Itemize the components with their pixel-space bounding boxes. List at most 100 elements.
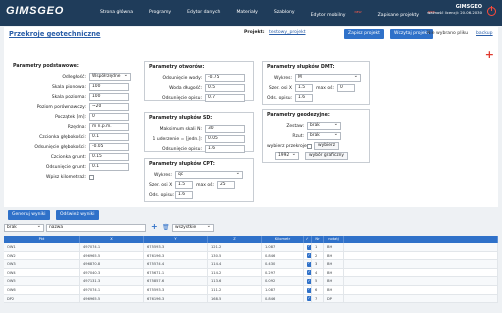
cell-chainage: 0.297 xyxy=(262,268,304,277)
select-all-checkbox[interactable] xyxy=(305,235,310,243)
cell-chainage: 1.087 xyxy=(262,243,304,251)
license-validity: ważność licencji: 20.06.2030 xyxy=(427,10,482,15)
col-chainage: Kilometr xyxy=(262,236,304,243)
cpt-axis-width-input[interactable]: 1.5 xyxy=(175,181,193,189)
water-offset-input[interactable]: -0.75 xyxy=(205,74,245,82)
water-offset-label: Odsunięcie wody: xyxy=(162,75,202,81)
cpt-desc-offset-input[interactable]: 1.6 xyxy=(175,191,193,199)
cpt-chart-select[interactable]: qc xyxy=(175,170,243,179)
choose-sections-checkbox[interactable] xyxy=(307,143,312,149)
dmt-axis-width-input[interactable]: 1.5 xyxy=(295,84,313,92)
chainage-label: Wpisz kilometraż: xyxy=(46,174,86,180)
cell-x: 497040.3 xyxy=(80,268,144,277)
blow-unit-input[interactable]: 0.05 xyxy=(205,135,245,143)
table-filter-bar: brak nazwa + 🗑 wszystkie xyxy=(4,222,498,234)
chainage-checkbox[interactable] xyxy=(89,174,94,180)
choose-button[interactable]: wybierz xyxy=(314,142,340,150)
reference-level-input[interactable]: ~20 xyxy=(89,103,129,111)
table-row[interactable]: OW2496965.5676196.3130.50.846 2BH xyxy=(4,251,498,261)
year-select[interactable]: 1992 xyxy=(275,151,299,160)
set-label: Zestaw: xyxy=(286,123,304,129)
choose-sections-label: wybierz przekroje: xyxy=(267,143,309,149)
soil-font-input[interactable]: 0.15 xyxy=(89,153,129,161)
nav-item-materials[interactable]: Materiały xyxy=(236,10,265,18)
dmt-max-axis-label: max oś: xyxy=(316,85,334,91)
water-length-label: Woda długość: xyxy=(169,85,202,91)
cell-note: BH xyxy=(324,277,344,285)
nav-item-programs[interactable]: Programy xyxy=(149,10,179,18)
geodetic-parameters-heading: Parametry geodezyjne: xyxy=(267,113,330,118)
cell-point: OW2 xyxy=(4,251,80,260)
nav-item-data-editor[interactable]: Edytor danych xyxy=(187,10,228,18)
logout-power-icon[interactable] xyxy=(487,5,496,16)
elevation-input[interactable]: m n.p.m. xyxy=(89,123,129,131)
cell-z: 168.5 xyxy=(208,294,262,303)
add-icon[interactable]: + xyxy=(485,48,494,61)
max-scale-n-input[interactable]: 30 xyxy=(205,125,245,133)
table-row[interactable]: OW3496870.8675574.4114.40.430 3BH xyxy=(4,260,498,269)
set-select[interactable]: brak xyxy=(307,121,341,130)
cell-y: 675671.1 xyxy=(144,268,208,277)
cell-x: 496870.8 xyxy=(80,260,144,268)
cell-number: 4 xyxy=(312,268,324,277)
cell-note: BH xyxy=(324,243,344,251)
dmt-desc-offset-input[interactable]: 1.6 xyxy=(295,94,313,102)
holes-parameters-panel: Parametry otworów: Odsunięcie wody: -0.75… xyxy=(144,61,254,102)
table-body: OW1497074.1675593.3121.21.0871BHOW249696… xyxy=(4,243,498,304)
cell-chainage: 0.430 xyxy=(262,260,304,268)
soil-offset-input[interactable]: 0.1 xyxy=(89,163,129,171)
table-row[interactable]: OW5497131.3675857.6113.60.092 5BH xyxy=(4,277,498,286)
table-row[interactable]: OW1497074.1675593.3121.21.087 1BH xyxy=(4,243,498,252)
horizontal-scale-label: Skala pozioma: xyxy=(51,94,86,100)
table-row[interactable]: OW4497040.3675671.1114.20.297 4BH xyxy=(4,268,498,278)
visibility-select[interactable]: wszystkie xyxy=(172,223,214,232)
dmt-parameters-heading: Parametry słupków DMT: xyxy=(267,65,335,70)
cell-chainage: 1.087 xyxy=(262,285,304,294)
dmt-max-axis-input[interactable]: 0 xyxy=(337,84,355,92)
sd-desc-offset-input[interactable]: 1.6 xyxy=(205,145,245,153)
hole-desc-offset-input[interactable]: 0.7 xyxy=(205,94,245,102)
vertical-scale-input[interactable]: 100 xyxy=(89,83,129,91)
dmt-chart-select[interactable]: M xyxy=(295,73,361,82)
table-row[interactable]: OW6497074.1675593.3111.21.087 6BH xyxy=(4,285,498,295)
file-status: Nie wybrano pliku xyxy=(427,31,469,36)
cpt-axis-width-label: Szer. osi X xyxy=(149,182,173,188)
backup-link[interactable]: backup xyxy=(476,31,493,36)
cell-number: 7 xyxy=(312,294,324,303)
distance-select[interactable]: Współrzędne xyxy=(89,72,131,81)
project-name-link[interactable]: testowy_projekt xyxy=(269,30,305,35)
basic-parameters-heading: Parametry podstawowe: xyxy=(13,64,79,69)
nav-item-templates[interactable]: Szablony xyxy=(274,10,303,18)
col-y: Y xyxy=(144,236,208,243)
generate-results-button[interactable]: Generuj wyniki xyxy=(8,210,50,220)
nav-item-mobile-editor[interactable]: Edytor mobilnyNEW xyxy=(311,10,370,18)
app-logo[interactable]: GIMSGEO xyxy=(6,5,64,17)
trash-icon[interactable]: 🗑 xyxy=(162,224,170,231)
add-row-icon[interactable]: + xyxy=(151,222,158,231)
table-row[interactable]: DP2496965.5676196.3168.50.846 7DP xyxy=(4,294,498,304)
filter-name-input[interactable]: nazwa xyxy=(46,224,146,232)
depth-offset-input[interactable]: -0.05 xyxy=(89,143,129,151)
cell-chainage: 0.846 xyxy=(262,251,304,260)
cell-x: 497074.1 xyxy=(80,285,144,294)
dmt-chart-label: Wykres: xyxy=(273,75,292,81)
nav-item-home[interactable]: Strona główna xyxy=(100,10,141,18)
cpt-max-axis-input[interactable]: 25 xyxy=(217,181,235,189)
cell-y: 675857.6 xyxy=(144,277,208,285)
horizontal-scale-input[interactable]: 100 xyxy=(89,93,129,101)
graphic-selection-button[interactable]: wybór graficzny xyxy=(305,152,349,160)
water-length-input[interactable]: 0.5 xyxy=(205,84,245,92)
filter-select[interactable]: brak xyxy=(4,223,44,232)
start-input[interactable]: 0 xyxy=(89,113,129,121)
cell-x: 496965.5 xyxy=(80,251,144,260)
start-label: Początek [m]: xyxy=(55,114,86,120)
save-project-button[interactable]: Zapisz projekt xyxy=(344,29,384,39)
depth-font-input[interactable]: 0.1 xyxy=(89,133,129,141)
sd-parameters-heading: Parametry słupków SD: xyxy=(149,116,213,121)
cell-point: DP2 xyxy=(4,294,80,303)
refresh-results-button[interactable]: Odśwież wyniki xyxy=(56,210,99,220)
max-scale-n-label: Maksimum skali N: xyxy=(159,126,202,132)
cell-chainage: 0.846 xyxy=(262,294,304,303)
projection-select[interactable]: brak xyxy=(307,131,341,140)
cell-note: BH xyxy=(324,260,344,268)
